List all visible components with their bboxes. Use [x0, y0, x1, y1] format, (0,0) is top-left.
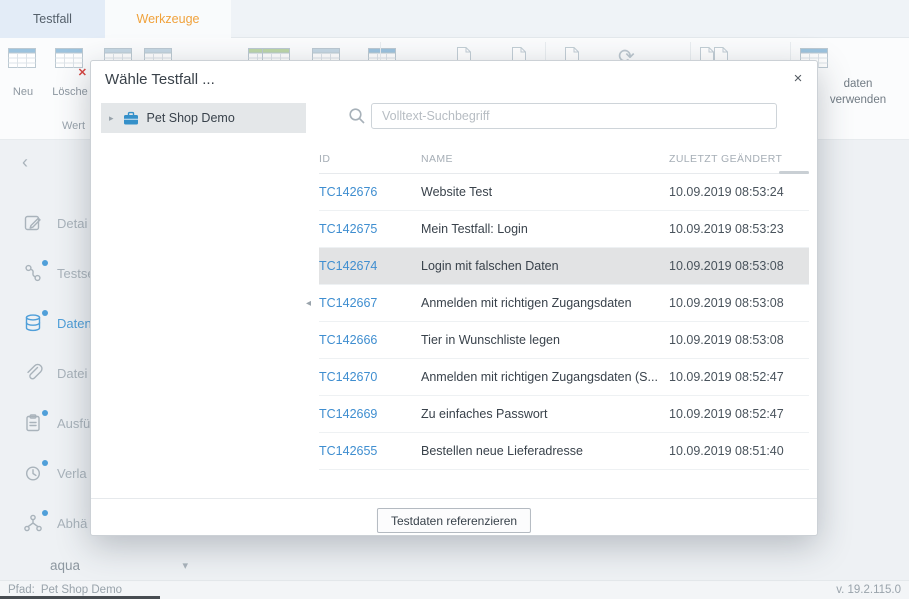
tree-item-pet-shop-demo[interactable]: ▸ Pet Shop Demo	[101, 103, 306, 133]
table-row[interactable]: TC142676 Website Test 10.09.2019 08:53:24	[319, 174, 809, 211]
history-icon	[22, 462, 44, 484]
testcase-name: Anmelden mit richtigen Zugangsdaten	[421, 296, 632, 310]
testcase-changed: 10.09.2019 08:51:40	[669, 444, 784, 458]
tab-testfall[interactable]: Testfall	[0, 0, 105, 38]
path-value: Pet Shop Demo	[41, 584, 122, 596]
details-icon	[22, 212, 44, 234]
testcase-changed: 10.09.2019 08:53:24	[669, 185, 784, 199]
panel-collapse-icon[interactable]: ◂	[306, 298, 311, 309]
testcase-name: Mein Testfall: Login	[421, 222, 528, 236]
column-header-name[interactable]: NAME	[421, 153, 453, 165]
search-icon	[348, 107, 366, 130]
new-table-icon[interactable]	[8, 46, 36, 75]
dependencies-icon	[22, 512, 44, 534]
column-header-id[interactable]: ID	[319, 153, 330, 165]
sidebar-item-label: Daten	[57, 316, 92, 331]
close-icon[interactable]: ×	[787, 67, 809, 89]
choose-testcase-dialog: Wähle Testfall ... × ▸ Pet Shop Demo ID …	[90, 60, 818, 536]
reference-testdata-button[interactable]: Testdaten referenzieren	[377, 508, 531, 533]
use-testdata-button-label[interactable]: verwenden	[812, 94, 904, 106]
path-label: Pfad:	[8, 584, 35, 596]
notification-dot	[42, 260, 48, 266]
table-row[interactable]: TC142670 Anmelden mit richtigen Zugangsda…	[319, 359, 809, 396]
sidebar-item-label: Testse	[57, 266, 95, 281]
sidebar-collapse-icon[interactable]: ‹	[22, 152, 28, 173]
chevron-down-icon[interactable]: ▾	[182, 559, 188, 572]
use-testdata-button-label[interactable]: daten	[812, 78, 904, 90]
testcase-id-link[interactable]: TC142675	[319, 222, 377, 236]
search-input[interactable]	[371, 103, 777, 129]
delete-button-label[interactable]: Lösche	[48, 86, 92, 98]
notification-dot	[42, 310, 48, 316]
sidebar-item-label: Ausfü	[57, 416, 90, 431]
testcase-id-link[interactable]: TC142676	[319, 185, 377, 199]
testcase-changed: 10.09.2019 08:53:08	[669, 333, 784, 347]
testcase-name: Tier in Wunschliste legen	[421, 333, 560, 347]
testcase-name: Login mit falschen Daten	[421, 259, 559, 273]
delete-table-icon[interactable]: ✕	[55, 46, 83, 75]
testcase-id-link[interactable]: TC142674	[319, 259, 377, 273]
new-button-label[interactable]: Neu	[8, 86, 38, 98]
sidebar-item-label: Datei	[57, 366, 87, 381]
files-icon	[22, 362, 44, 384]
ribbon-tab-bar: Testfall Werkzeuge	[0, 0, 909, 38]
column-header-changed[interactable]: ZULETZT GEÄNDERT	[669, 153, 782, 165]
dialog-title: Wähle Testfall ...	[105, 71, 215, 88]
tree-item-label: Pet Shop Demo	[147, 111, 235, 125]
project-briefcase-icon	[123, 111, 139, 126]
table-row[interactable]: TC142669 Zu einfaches Passwort 10.09.2019 …	[319, 396, 809, 433]
testcase-id-link[interactable]: TC142666	[319, 333, 377, 347]
testsequence-icon	[22, 262, 44, 284]
table-row[interactable]: TC142667 Anmelden mit richtigen Zugangsda…	[319, 285, 809, 322]
table-row[interactable]: TC142655 Bestellen neue Lieferadresse 10.0…	[319, 433, 809, 470]
sidebar-item-label: Verla	[57, 466, 87, 481]
notification-dot	[42, 410, 48, 416]
sidebar-footer-aqua[interactable]: aqua ▾	[0, 548, 200, 582]
sidebar-item-label: Detai	[57, 216, 87, 231]
testcase-id-link[interactable]: TC142667	[319, 296, 377, 310]
testcase-changed: 10.09.2019 08:53:08	[669, 296, 784, 310]
testcase-id-link[interactable]: TC142655	[319, 444, 377, 458]
testcase-id-link[interactable]: TC142669	[319, 407, 377, 421]
testcase-id-link[interactable]: TC142670	[319, 370, 377, 384]
notification-dot	[42, 510, 48, 516]
testcase-name: Zu einfaches Passwort	[421, 407, 547, 421]
testcase-name: Anmelden mit richtigen Zugangsdaten (S..…	[421, 370, 658, 384]
version-label: v. 19.2.115.0	[836, 584, 901, 596]
delete-x-mark: ✕	[78, 66, 87, 79]
aqua-logo: aqua	[50, 558, 80, 573]
testcase-changed: 10.09.2019 08:53:08	[669, 259, 784, 273]
testcase-name: Bestellen neue Lieferadresse	[421, 444, 583, 458]
table-row[interactable]: TC142675 Mein Testfall: Login 10.09.2019 0…	[319, 211, 809, 248]
sidebar-item-label: Abhä	[57, 516, 87, 531]
dialog-footer-separator	[91, 498, 817, 499]
testcase-changed: 10.09.2019 08:53:23	[669, 222, 784, 236]
execution-icon	[22, 412, 44, 434]
data-icon	[22, 312, 44, 334]
tab-werkzeuge[interactable]: Werkzeuge	[105, 0, 231, 38]
tree-expand-icon[interactable]: ▸	[109, 113, 114, 124]
testcase-changed: 10.09.2019 08:52:47	[669, 370, 784, 384]
notification-dot	[42, 460, 48, 466]
testcase-table-body: TC142676Website Test10.09.2019 08:53:24T…	[319, 174, 809, 470]
testcase-changed: 10.09.2019 08:52:47	[669, 407, 784, 421]
table-row[interactable]: TC142666 Tier in Wunschliste legen 10.09.2…	[319, 322, 809, 359]
testcase-name: Website Test	[421, 185, 492, 199]
ribbon-group-label: Wert	[62, 120, 85, 132]
table-row[interactable]: TC142674 Login mit falschen Daten 10.09.20…	[319, 248, 809, 285]
